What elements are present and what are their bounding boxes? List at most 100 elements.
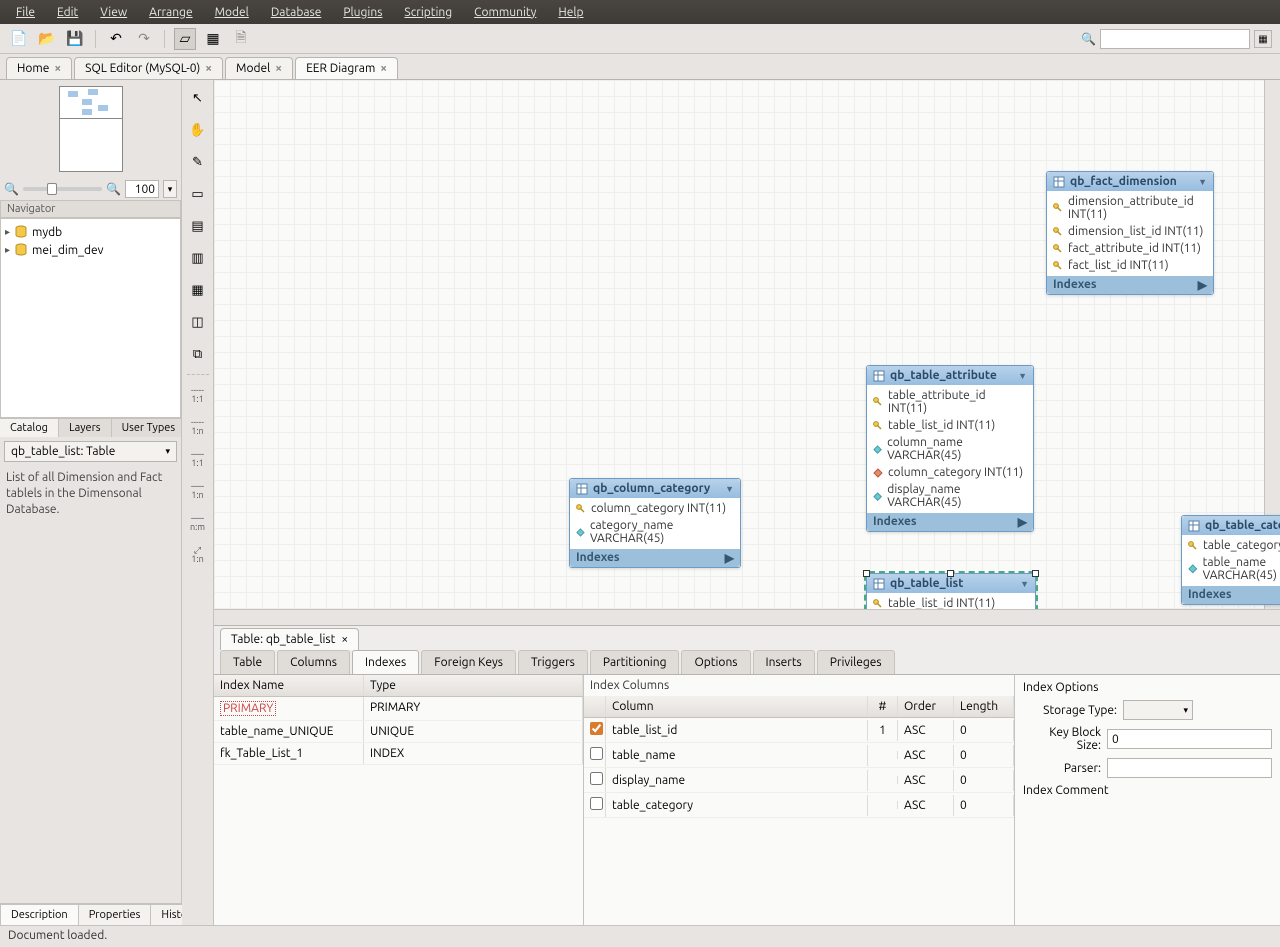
index-row[interactable]: PRIMARY PRIMARY	[214, 697, 583, 721]
table-qb-table-list[interactable]: qb_table_list▼ table_list_id INT(11) tab…	[866, 573, 1036, 609]
disclosure-icon[interactable]: ▸	[5, 226, 10, 238]
zoom-input[interactable]	[125, 180, 159, 198]
collapse-icon[interactable]: ▼	[1020, 579, 1029, 589]
menu-help[interactable]: Help	[548, 3, 593, 22]
subtab-foreign-keys[interactable]: Foreign Keys	[421, 650, 516, 674]
collapse-icon[interactable]: ▼	[725, 484, 734, 494]
tab-home[interactable]: Home×	[6, 57, 72, 79]
new-file-icon[interactable]: 📄	[8, 28, 30, 50]
subtab-options[interactable]: Options	[681, 650, 750, 674]
search-input[interactable]	[1100, 29, 1250, 49]
col-header[interactable]: Order	[898, 696, 954, 717]
key-block-input[interactable]	[1107, 729, 1272, 749]
image-tool-icon[interactable]: ▥	[186, 246, 210, 270]
table-qb-table-category[interactable]: qb_table_category▼ table_category INT(11…	[1181, 515, 1280, 605]
catalog-tree[interactable]: ▸ mydb ▸ mei_dim_dev	[0, 218, 181, 418]
indexes-section[interactable]: Indexes▶	[1047, 276, 1213, 294]
include-checkbox[interactable]	[590, 722, 603, 735]
indexes-section[interactable]: Indexes▶	[867, 513, 1033, 531]
save-icon[interactable]: 💾	[64, 28, 86, 50]
search-options-icon[interactable]: ▦	[1254, 30, 1272, 48]
undo-icon[interactable]: ↶	[105, 28, 127, 50]
catalog-item[interactable]: ▸ mydb	[5, 223, 176, 241]
selection-combo[interactable]: qb_table_list: Table▾	[4, 441, 177, 462]
close-icon[interactable]: ×	[54, 62, 61, 75]
disclosure-icon[interactable]: ▸	[5, 244, 10, 256]
zoom-dropdown[interactable]: ▾	[163, 180, 177, 198]
redo-icon[interactable]: ↷	[133, 28, 155, 50]
col-header[interactable]: Index Name	[214, 675, 364, 696]
collapse-icon[interactable]: ▼	[1198, 177, 1207, 187]
close-icon[interactable]: ×	[380, 62, 387, 75]
hand-tool-icon[interactable]: ✋	[186, 118, 210, 142]
rel-existing-icon[interactable]: ⤢1:n	[186, 543, 210, 567]
rel-1-1-id-icon[interactable]: ──1:1	[186, 447, 210, 471]
subtab-partitioning[interactable]: Partitioning	[590, 650, 680, 674]
tab-description[interactable]: Description	[0, 904, 79, 925]
zoom-out-icon[interactable]: 🔍	[4, 182, 19, 196]
editor-title-tab[interactable]: Table: qb_table_list×	[220, 628, 359, 650]
subtab-privileges[interactable]: Privileges	[817, 650, 895, 674]
collapse-icon[interactable]: ▼	[1018, 371, 1027, 381]
tab-eer-diagram[interactable]: EER Diagram×	[295, 57, 398, 79]
close-icon[interactable]: ×	[341, 633, 348, 646]
eraser-tool-icon[interactable]: ✎	[186, 150, 210, 174]
catalog-item[interactable]: ▸ mei_dim_dev	[5, 241, 176, 259]
menu-scripting[interactable]: Scripting	[394, 3, 462, 22]
include-checkbox[interactable]	[590, 797, 603, 810]
subtab-columns[interactable]: Columns	[277, 650, 350, 674]
search-icon[interactable]: 🔍	[1081, 32, 1096, 46]
indexes-section[interactable]: Indexes▶	[1182, 586, 1280, 604]
col-header[interactable]: Column	[606, 696, 868, 717]
tab-sql-editor[interactable]: SQL Editor (MySQL-0)×	[74, 57, 223, 79]
rel-1-n-icon[interactable]: -----1:n	[186, 415, 210, 439]
table-qb-column-category[interactable]: qb_column_category▼ column_category INT(…	[569, 478, 741, 568]
navigator-thumbnail[interactable]	[59, 86, 123, 172]
horizontal-scrollbar[interactable]	[214, 609, 1280, 625]
subtab-table[interactable]: Table	[220, 650, 275, 674]
pointer-tool-icon[interactable]: ↖	[186, 86, 210, 110]
table-tool-icon[interactable]: ▦	[186, 278, 210, 302]
storage-type-combo[interactable]: ▾	[1123, 700, 1193, 720]
subtab-inserts[interactable]: Inserts	[753, 650, 815, 674]
index-column-row[interactable]: table_list_id 1 ASC 0	[584, 718, 1014, 743]
menu-model[interactable]: Model	[205, 3, 259, 22]
print-icon[interactable]: 🗎	[230, 28, 252, 50]
open-folder-icon[interactable]: 📂	[36, 28, 58, 50]
menu-plugins[interactable]: Plugins	[333, 3, 392, 22]
index-column-row[interactable]: table_name ASC 0	[584, 743, 1014, 768]
layer-tool-icon[interactable]: ▭	[186, 182, 210, 206]
close-icon[interactable]: ×	[275, 62, 282, 75]
diagram-canvas[interactable]: qb_fact_dimension▼ dimension_attribute_i…	[214, 80, 1280, 609]
subtab-indexes[interactable]: Indexes	[352, 650, 419, 674]
rel-n-m-icon[interactable]: ──n:m	[186, 511, 210, 535]
align-icon[interactable]: ▦	[202, 28, 224, 50]
table-qb-fact-dimension[interactable]: qb_fact_dimension▼ dimension_attribute_i…	[1046, 171, 1214, 295]
index-column-row[interactable]: table_category ASC 0	[584, 793, 1014, 818]
menu-arrange[interactable]: Arrange	[139, 3, 202, 22]
zoom-slider[interactable]	[23, 187, 102, 191]
menu-view[interactable]: View	[90, 3, 137, 22]
menu-edit[interactable]: Edit	[47, 3, 88, 22]
index-row[interactable]: table_name_UNIQUE UNIQUE	[214, 721, 583, 743]
catalog-tab-catalog[interactable]: Catalog	[0, 419, 59, 437]
include-checkbox[interactable]	[590, 772, 603, 785]
parser-input[interactable]	[1107, 758, 1272, 778]
col-header[interactable]: Type	[364, 675, 583, 696]
close-icon[interactable]: ×	[205, 62, 212, 75]
index-row[interactable]: fk_Table_List_1 INDEX	[214, 743, 583, 765]
rel-1-n-id-icon[interactable]: ──1:n	[186, 479, 210, 503]
subtab-triggers[interactable]: Triggers	[518, 650, 588, 674]
col-header[interactable]: #	[868, 696, 898, 717]
tab-model[interactable]: Model×	[225, 57, 293, 79]
rel-1-1-icon[interactable]: -----1:1	[186, 383, 210, 407]
note-tool-icon[interactable]: ▤	[186, 214, 210, 238]
indexes-section[interactable]: Indexes▶	[570, 549, 740, 567]
col-header[interactable]: Length	[954, 696, 1014, 717]
menu-file[interactable]: File	[6, 3, 45, 22]
index-column-row[interactable]: display_name ASC 0	[584, 768, 1014, 793]
zoom-in-icon[interactable]: 🔍	[106, 182, 121, 196]
routine-tool-icon[interactable]: ⧉	[186, 342, 210, 366]
toggle-grid-icon[interactable]: ▱	[174, 28, 196, 50]
catalog-tab-usertypes[interactable]: User Types	[112, 419, 187, 437]
